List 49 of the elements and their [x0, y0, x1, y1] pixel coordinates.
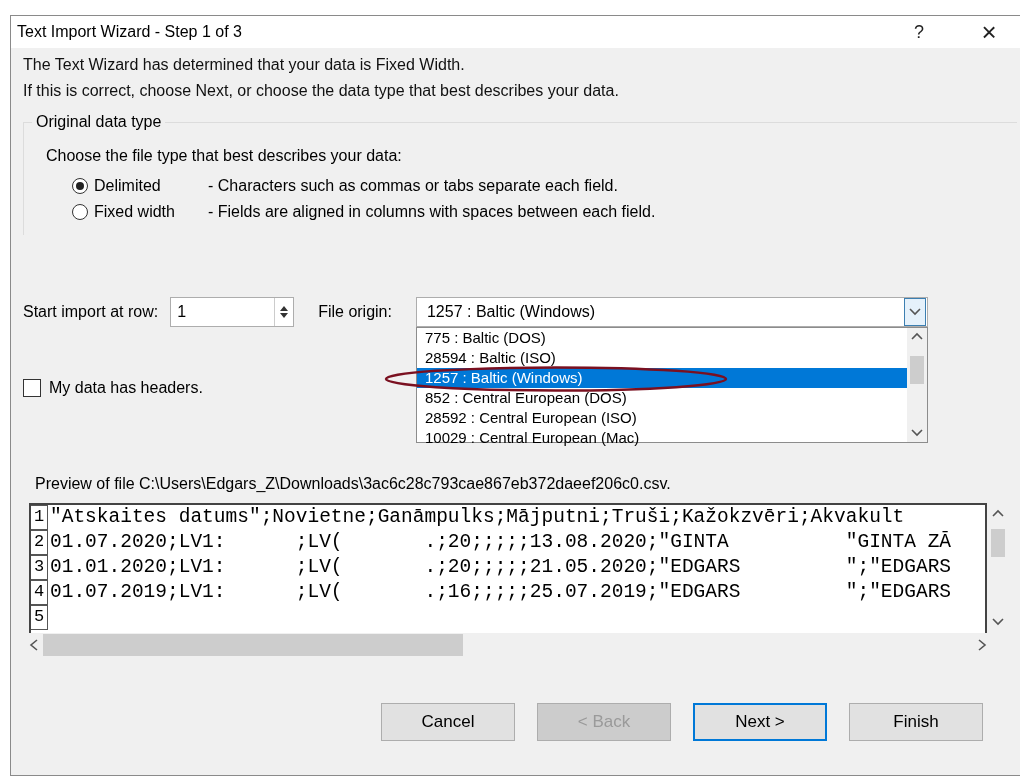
instruction-text: The Text Wizard has determined that your data is Fixed Width. [23, 56, 466, 74]
dialog-button[interactable]: Finish [849, 703, 983, 741]
dropdown-option[interactable]: 10029 : Central European (Mac) [416, 428, 907, 448]
chevron-up-icon [992, 509, 1004, 519]
option-label[interactable]: Delimited [94, 177, 208, 195]
preview-line: 01.07.2020;LV1: ;LV( .;20;;;;;13.08.2020;"GINTA "GINTA ZĀ [49, 530, 952, 555]
scrollbar-thumb[interactable] [991, 529, 1005, 557]
dropdown-option[interactable]: 1257 : Baltic (Windows) [416, 368, 907, 388]
scrollbar-thumb[interactable] [909, 356, 924, 384]
dropdown-option[interactable]: 28592 : Central European (ISO) [416, 408, 907, 428]
close-button[interactable]: × [949, 16, 1020, 48]
option-label[interactable]: Fixed width [94, 203, 208, 221]
instruction-text: If this is correct, choose Next, or choose the data type that best describes your data. [23, 82, 620, 100]
preview-line: 01.07.2019;LV1: ;LV( .;16;;;;;25.07.2019;"EDGARS ";"EDGARS [49, 580, 952, 605]
chevron-up-icon [910, 332, 923, 342]
file-origin-label: File origin: [318, 303, 392, 321]
window-title: Text Import Wizard - Step 1 of 3 [17, 23, 243, 41]
group-title: Original data type [32, 113, 166, 131]
chevron-down-icon [910, 428, 923, 438]
radio-button[interactable] [72, 178, 88, 194]
line-number: 3 [31, 555, 48, 580]
prompt-text: Choose the file type that best describes your data: [46, 147, 403, 165]
dialog-button[interactable]: Cancel [381, 703, 515, 741]
chevron-down-icon [908, 307, 921, 317]
checkbox[interactable] [23, 379, 41, 397]
dropdown-option[interactable]: 852 : Central European (DOS) [416, 388, 907, 408]
line-number: 2 [31, 530, 48, 555]
line-number: 1 [31, 505, 48, 530]
dropdown-option[interactable]: 775 : Baltic (DOS) [416, 328, 907, 348]
start-row-spinner[interactable]: 1 [170, 297, 295, 327]
checkbox-label[interactable]: My data has headers. [49, 379, 203, 397]
option-description: - Characters such as commas or tabs separate each field. [208, 177, 618, 195]
dialog-button[interactable]: Next > [693, 703, 827, 741]
preview-line: "Atskaites datums";Novietne;Ganāmpulks;Mājputni;Truši;Kažokzvēri;Akvakult [49, 505, 905, 530]
chevron-left-icon [29, 639, 39, 651]
chevron-down-icon [992, 617, 1004, 627]
dropdown-option[interactable]: 28594 : Baltic (ISO) [416, 348, 907, 368]
preview-line: 01.01.2020;LV1: ;LV( .;20;;;;;21.05.2020;"EDGARS ";"EDGARS [49, 555, 952, 580]
chevron-right-icon [977, 639, 987, 651]
radio-button[interactable] [72, 204, 88, 220]
line-number: 5 [31, 605, 48, 630]
help-button[interactable]: ? [889, 16, 949, 48]
line-number: 4 [31, 580, 48, 605]
scrollbar-thumb[interactable] [43, 634, 463, 656]
start-row-label: Start import at row: [23, 303, 159, 321]
file-origin-dropdown[interactable]: 1257 : Baltic (Windows) [415, 297, 928, 327]
option-description: - Fields are aligned in columns with spaces between each field. [208, 203, 656, 221]
spin-arrows-icon[interactable] [279, 305, 290, 319]
preview-label: Preview of file C:\Users\Edgars_Z\Downloads\3ac6c28c793cae867eb372daeef206c0.csv. [35, 475, 672, 493]
